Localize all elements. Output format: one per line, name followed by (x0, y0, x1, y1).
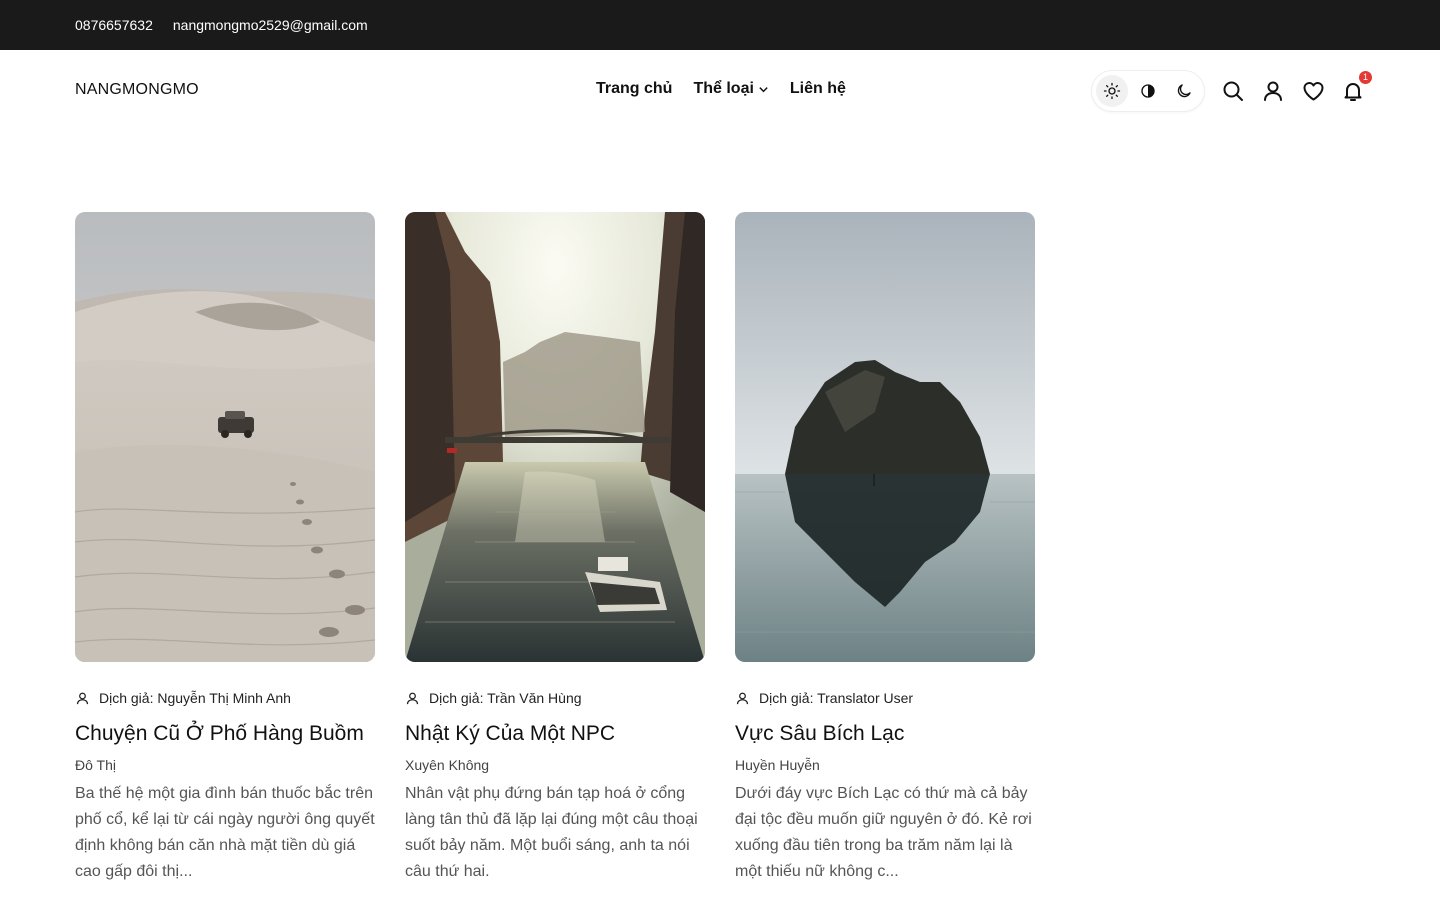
user-icon (1264, 81, 1282, 101)
story-card: Dịch giả: Nguyễn Thị Minh Anh Chuyện Cũ … (75, 212, 375, 885)
user-icon (736, 692, 749, 704)
nav-item-categories[interactable]: Thể loại (693, 80, 768, 98)
story-cover-canal[interactable] (405, 212, 705, 662)
theme-light-button[interactable] (1096, 75, 1128, 107)
story-card: Dịch giả: Translator User Vực Sâu Bích L… (735, 212, 1035, 885)
user-icon (76, 692, 89, 704)
story-category[interactable]: Xuyên Không (405, 757, 705, 773)
story-title[interactable]: Vực Sâu Bích Lạc (735, 721, 1035, 747)
story-card: Dịch giả: Trần Văn Hùng Nhật Ký Của Một … (405, 212, 705, 885)
nav-item-home[interactable]: Trang chủ (596, 80, 672, 98)
story-category[interactable]: Huyền Huyễn (735, 757, 1035, 773)
theme-switcher (1091, 70, 1205, 112)
story-title[interactable]: Nhật Ký Của Một NPC (405, 721, 705, 747)
translator-label: Dịch giả: Trần Văn Hùng (429, 690, 582, 706)
story-translator: Dịch giả: Trần Văn Hùng (405, 690, 705, 706)
contact-email[interactable]: nangmongmo2529@gmail.com (173, 17, 368, 33)
chevron-down-icon (759, 86, 768, 92)
translator-label: Dịch giả: Nguyễn Thị Minh Anh (99, 690, 291, 706)
translator-label: Dịch giả: Translator User (759, 690, 914, 706)
contrast-icon (1141, 84, 1155, 98)
heart-icon (1303, 82, 1323, 101)
sun-icon (1103, 82, 1121, 100)
wishlist-button[interactable] (1300, 78, 1326, 104)
site-logo[interactable]: NANGMONGMO (75, 81, 199, 99)
story-description: Dưới đáy vực Bích Lạc có thứ mà cả bảy đ… (735, 785, 1032, 880)
search-icon (1223, 81, 1243, 101)
theme-dark-button[interactable] (1168, 75, 1200, 107)
story-description: Nhân vật phụ đứng bán tạp hoá ở cổng làn… (405, 785, 698, 880)
story-cover-island[interactable] (735, 212, 1035, 662)
search-button[interactable] (1220, 78, 1246, 104)
nav-item-contact[interactable]: Liên hệ (790, 80, 846, 98)
user-icon (406, 692, 419, 704)
story-category[interactable]: Đô Thị (75, 757, 375, 773)
notification-badge: 1 (1359, 71, 1372, 84)
story-description: Ba thế hệ một gia đình bán thuốc bắc trê… (75, 785, 375, 880)
story-translator: Dịch giả: Nguyễn Thị Minh Anh (75, 690, 375, 706)
notifications-button[interactable]: 1 (1340, 71, 1372, 104)
theme-contrast-button[interactable] (1132, 75, 1164, 107)
top-contact-bar: 0876657632 nangmongmo2529@gmail.com (0, 0, 1440, 50)
account-button[interactable] (1260, 78, 1286, 104)
nav-item-label: Liên hệ (789, 80, 846, 97)
story-translator: Dịch giả: Translator User (735, 690, 1035, 706)
nav-item-label: Thể loại (693, 80, 754, 97)
contact-phone[interactable]: 0876657632 (75, 17, 153, 33)
story-cover-desert[interactable] (75, 212, 375, 662)
moon-icon (1177, 84, 1191, 98)
main-nav: Trang chủ Thể loại Liên hệ (596, 80, 867, 98)
nav-item-label: Trang chủ (596, 80, 673, 97)
story-title[interactable]: Chuyện Cũ Ở Phố Hàng Buồm (75, 721, 375, 747)
